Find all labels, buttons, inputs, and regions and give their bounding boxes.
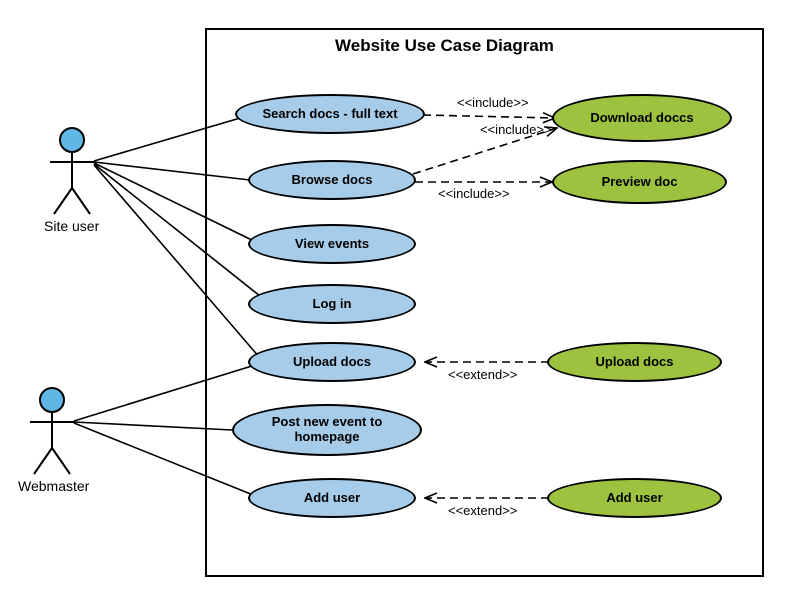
usecase-view-events: View events [248,224,416,264]
actor-label-webmaster: Webmaster [18,478,89,494]
label-extend-2: <<extend>> [448,503,517,518]
label-include-3: <<include>> [438,186,510,201]
usecase-log-in: Log in [248,284,416,324]
usecase-upload-docs-ext: Upload docs [547,342,722,382]
usecase-add-user: Add user [248,478,416,518]
usecase-post-event: Post new event to homepage [232,404,422,456]
diagram-canvas: Website Use Case Diagram [0,0,800,599]
usecase-add-user-ext: Add user [547,478,722,518]
usecase-preview-doc: Preview doc [552,160,727,204]
usecase-browse-docs: Browse docs [248,160,416,200]
label-extend-1: <<extend>> [448,367,517,382]
diagram-title: Website Use Case Diagram [335,36,554,56]
actor-webmaster [30,388,74,474]
actor-site-user [50,128,94,214]
usecase-download-docs: Download doccs [552,94,732,142]
label-include-2: <<include>> [480,122,552,137]
actor-label-site-user: Site user [44,218,99,234]
label-include-1: <<include>> [457,95,529,110]
usecase-search-docs: Search docs - full text [235,94,425,134]
usecase-upload-docs: Upload docs [248,342,416,382]
